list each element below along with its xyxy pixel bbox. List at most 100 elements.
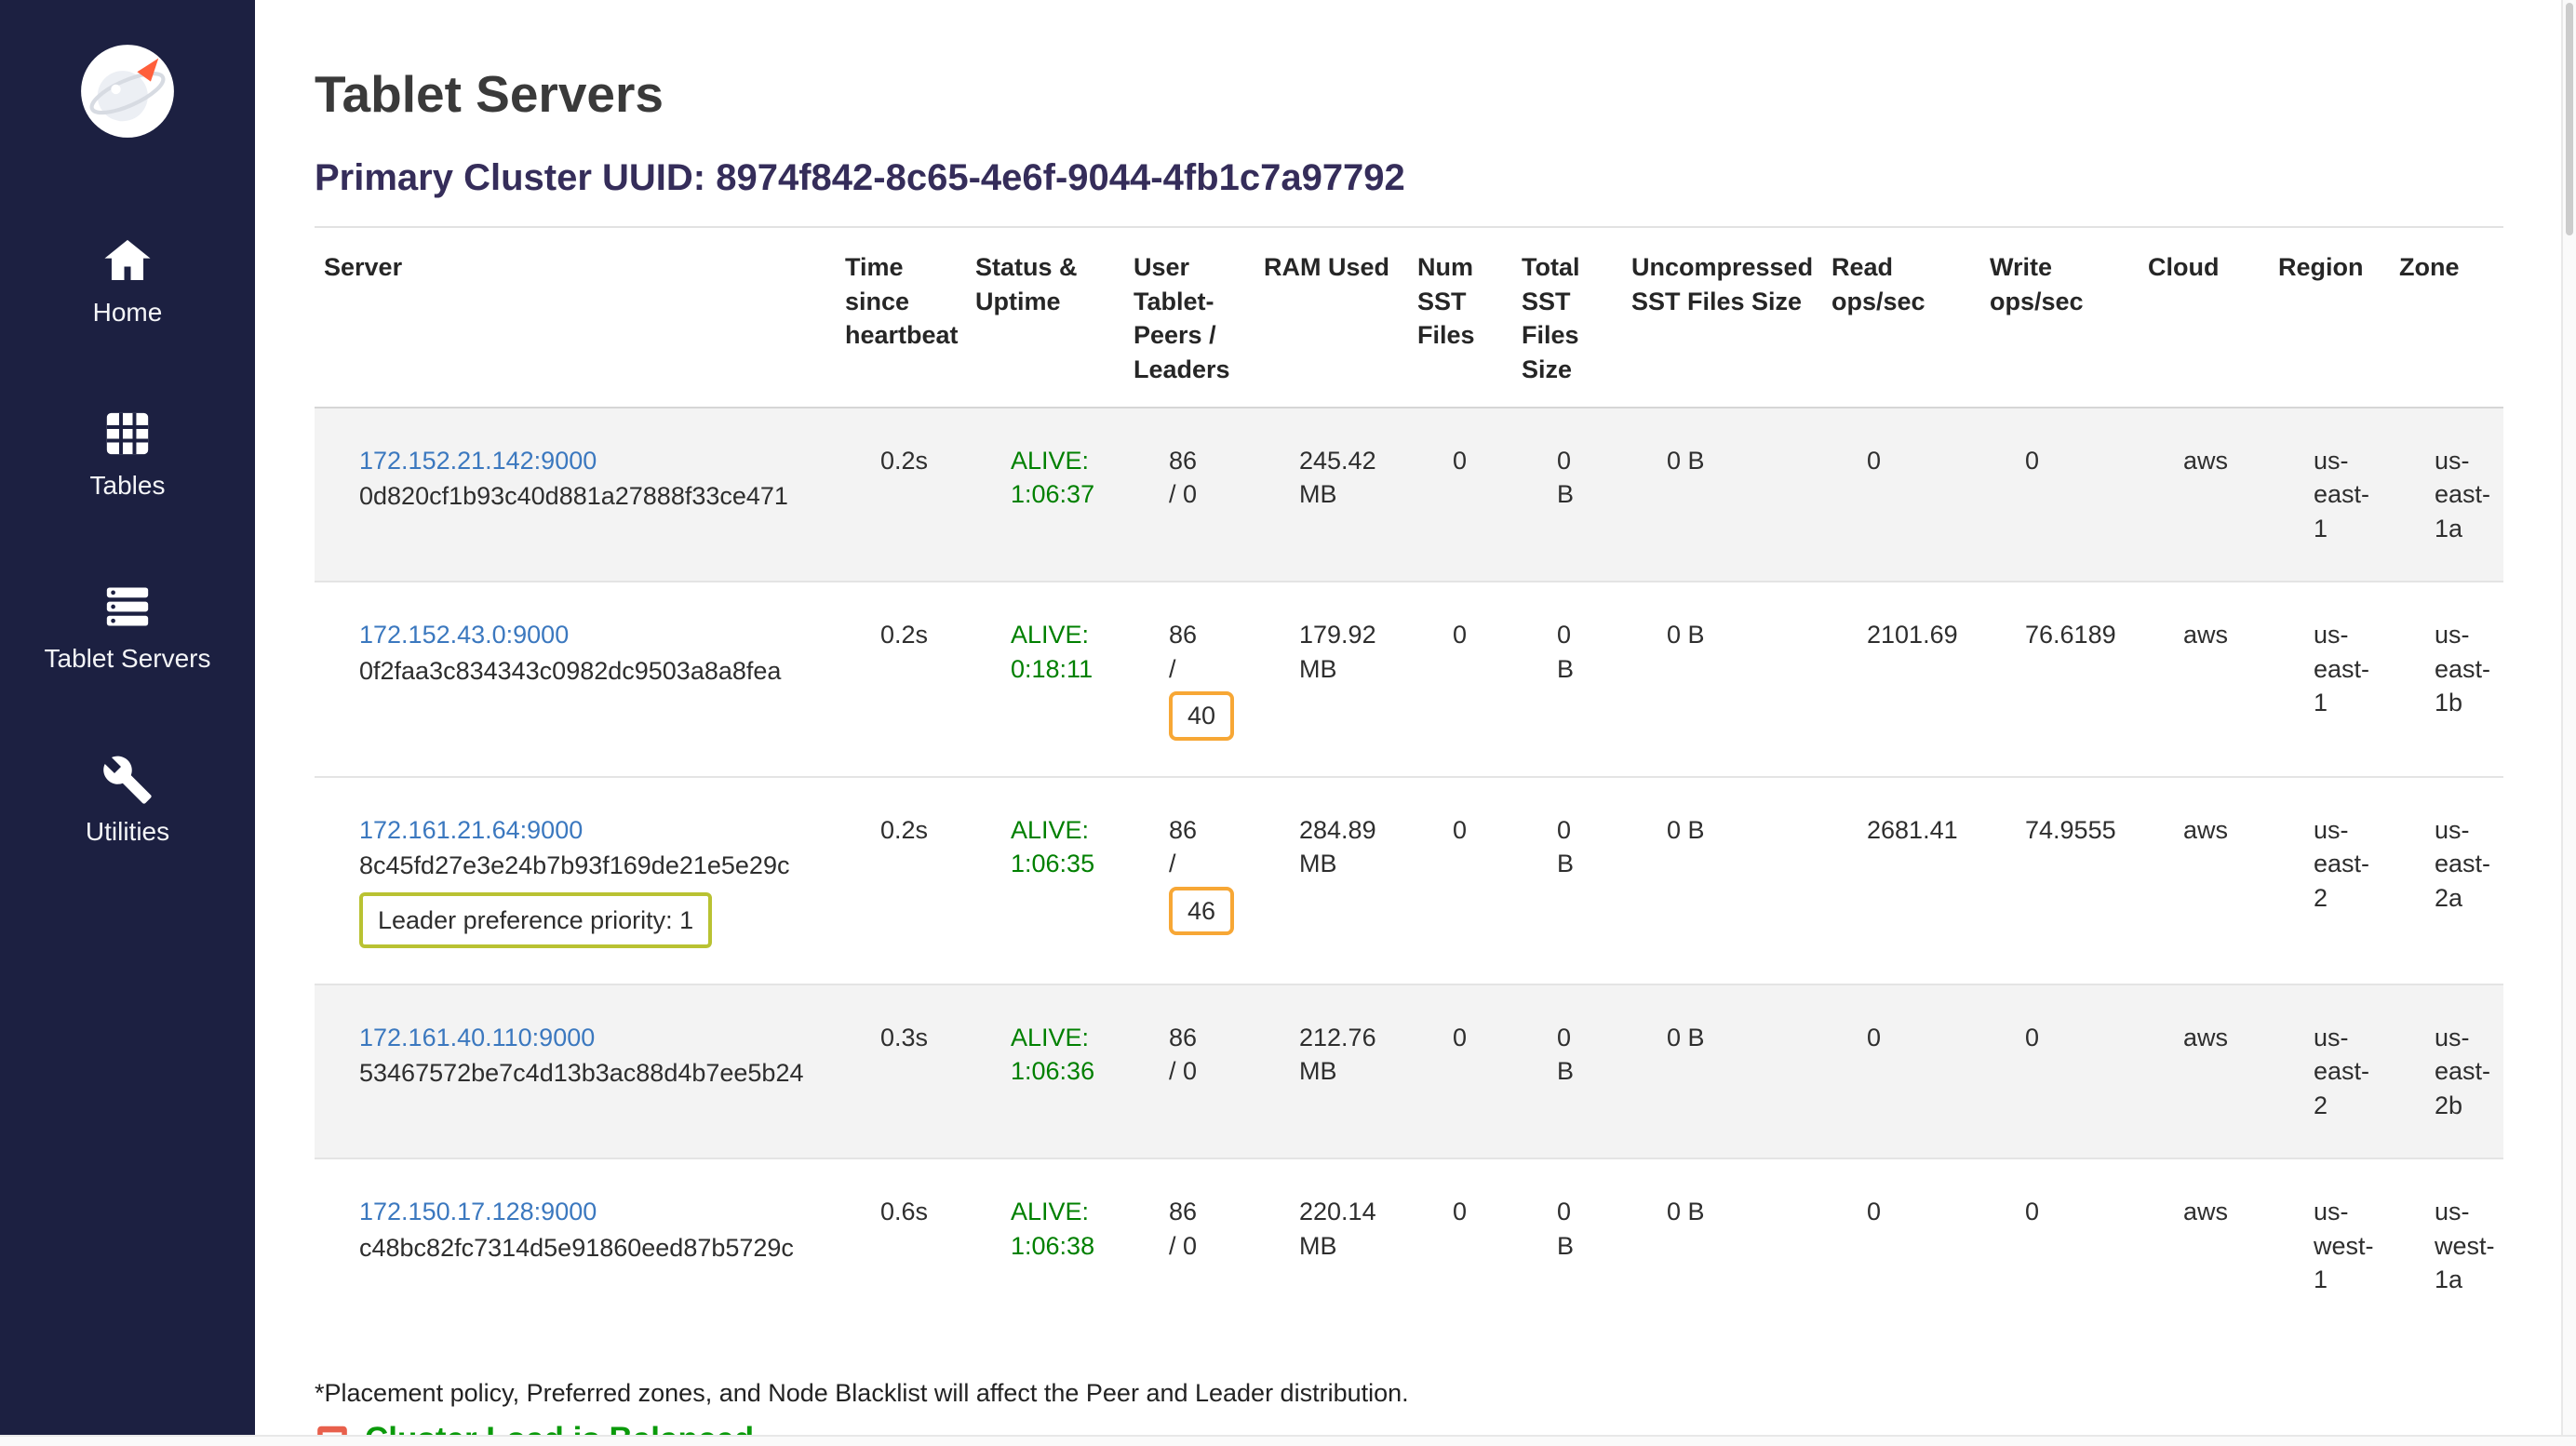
main-content: Tablet Servers Primary Cluster UUID: 897… xyxy=(255,0,2576,1446)
zone-cell: us-east-2b xyxy=(2390,984,2503,1158)
uncompressed-sst-size-cell: 0 B xyxy=(1622,408,1822,582)
leaders-line: / 0 xyxy=(1169,1229,1247,1263)
write-ops-cell: 0 xyxy=(1980,1158,2139,1332)
server-cell: 172.161.40.110:9000 53467572be7c4d13b3ac… xyxy=(315,984,836,1158)
page-title: Tablet Servers xyxy=(315,65,2503,124)
table-row: 172.150.17.128:9000 c48bc82fc7314d5e9186… xyxy=(315,1158,2503,1332)
server-uuid: 53467572be7c4d13b3ac88d4b7ee5b24 xyxy=(359,1056,828,1090)
column-header-read-ops: Read ops/sec xyxy=(1822,227,1980,408)
tablet-peers-cell: 86 /46 xyxy=(1124,777,1254,984)
column-header-write-ops: Write ops/sec xyxy=(1980,227,2139,408)
tablet-peers-cell: 86 / 0 xyxy=(1124,1158,1254,1332)
heartbeat-cell: 0.6s xyxy=(836,1158,966,1332)
sidebar-item-tablet-servers[interactable]: Tablet Servers xyxy=(45,581,211,674)
read-ops-cell: 0 xyxy=(1822,1158,1980,1332)
column-header-region: Region xyxy=(2269,227,2390,408)
server-uuid: 8c45fd27e3e24b7b93f169de21e5e29c xyxy=(359,849,828,882)
app-window: Home Tables Tablet Servers xyxy=(0,0,2576,1446)
uptime-text: 1:06:37 xyxy=(1011,477,1117,511)
cloud-cell: aws xyxy=(2139,777,2269,984)
status-cell: ALIVE: 1:06:37 xyxy=(966,408,1124,582)
server-uuid: c48bc82fc7314d5e91860eed87b5729c xyxy=(359,1231,828,1265)
leader-preference-badge: Leader preference priority: 1 xyxy=(359,892,712,948)
region-cell: us-east-2 xyxy=(2269,984,2390,1158)
server-cell: 172.161.21.64:9000 8c45fd27e3e24b7b93f16… xyxy=(315,777,836,984)
horizontal-scrollbar[interactable] xyxy=(0,1435,2576,1446)
table-row: 172.152.21.142:9000 0d820cf1b93c40d881a2… xyxy=(315,408,2503,582)
num-sst-files-cell: 0 xyxy=(1408,777,1512,984)
tables-icon xyxy=(101,408,154,460)
sidebar-item-label: Home xyxy=(93,298,163,328)
server-link[interactable]: 172.152.21.142:9000 xyxy=(359,447,597,475)
sidebar-item-label: Tables xyxy=(90,471,166,501)
status-text: ALIVE: xyxy=(1011,813,1117,847)
column-header-cloud: Cloud xyxy=(2139,227,2269,408)
server-link[interactable]: 172.161.21.64:9000 xyxy=(359,816,583,844)
table-header: Server Time since heartbeat Status & Upt… xyxy=(315,227,2503,408)
leaders-highlight-box: 46 xyxy=(1169,887,1234,935)
uptime-text: 1:06:38 xyxy=(1011,1229,1117,1263)
cloud-cell: aws xyxy=(2139,582,2269,776)
server-link[interactable]: 172.161.40.110:9000 xyxy=(359,1024,595,1051)
table-row: 172.161.21.64:9000 8c45fd27e3e24b7b93f16… xyxy=(315,777,2503,984)
heartbeat-cell: 0.3s xyxy=(836,984,966,1158)
column-header-server: Server xyxy=(315,227,836,408)
sidebar-nav: Home Tables Tablet Servers xyxy=(45,234,211,847)
num-sst-files-cell: 0 xyxy=(1408,984,1512,1158)
sidebar-item-label: Tablet Servers xyxy=(45,644,211,674)
status-cell: ALIVE: 0:18:11 xyxy=(966,582,1124,776)
column-header-zone: Zone xyxy=(2390,227,2503,408)
server-link[interactable]: 172.152.43.0:9000 xyxy=(359,621,569,649)
cluster-uuid-heading: Primary Cluster UUID: 8974f842-8c65-4e6f… xyxy=(315,155,2503,200)
uncompressed-sst-size-cell: 0 B xyxy=(1622,777,1822,984)
read-ops-cell: 0 xyxy=(1822,984,1980,1158)
server-uuid: 0d820cf1b93c40d881a27888f33ce471 xyxy=(359,479,828,513)
sidebar-item-home[interactable]: Home xyxy=(93,234,163,328)
server-cell: 172.152.43.0:9000 0f2faa3c834343c0982dc9… xyxy=(315,582,836,776)
region-cell: us-west-1 xyxy=(2269,1158,2390,1332)
leaders-highlight-box: 40 xyxy=(1169,691,1234,740)
home-icon xyxy=(101,234,154,287)
region-cell: us-east-2 xyxy=(2269,777,2390,984)
server-table-body: 172.152.21.142:9000 0d820cf1b93c40d881a2… xyxy=(315,408,2503,1332)
write-ops-cell: 76.6189 xyxy=(1980,582,2139,776)
read-ops-cell: 2681.41 xyxy=(1822,777,1980,984)
peers-count: 86 xyxy=(1169,444,1247,477)
total-sst-size-cell: 0B xyxy=(1512,777,1622,984)
write-ops-cell: 0 xyxy=(1980,408,2139,582)
status-cell: ALIVE: 1:06:36 xyxy=(966,984,1124,1158)
sidebar-item-label: Utilities xyxy=(86,817,169,847)
status-cell: ALIVE: 1:06:38 xyxy=(966,1158,1124,1332)
column-header-uncompressed-sst-size: Uncompressed SST Files Size xyxy=(1622,227,1822,408)
zone-cell: us-east-1b xyxy=(2390,582,2503,776)
sidebar-item-tables[interactable]: Tables xyxy=(90,408,166,501)
status-text: ALIVE: xyxy=(1011,444,1117,477)
vertical-scrollbar[interactable] xyxy=(2561,0,2576,1446)
num-sst-files-cell: 0 xyxy=(1408,1158,1512,1332)
status-text: ALIVE: xyxy=(1011,618,1117,651)
ram-cell: 212.76MB xyxy=(1254,984,1408,1158)
yugabyte-logo-icon xyxy=(79,43,176,140)
read-ops-cell: 2101.69 xyxy=(1822,582,1980,776)
placement-footnote: *Placement policy, Preferred zones, and … xyxy=(315,1379,2503,1408)
server-cell: 172.152.21.142:9000 0d820cf1b93c40d881a2… xyxy=(315,408,836,582)
read-ops-cell: 0 xyxy=(1822,408,1980,582)
leaders-line: / xyxy=(1169,847,1247,880)
tablet-peers-cell: 86 / 0 xyxy=(1124,408,1254,582)
server-link[interactable]: 172.150.17.128:9000 xyxy=(359,1198,597,1225)
ram-cell: 220.14MB xyxy=(1254,1158,1408,1332)
uptime-text: 0:18:11 xyxy=(1011,652,1117,686)
num-sst-files-cell: 0 xyxy=(1408,408,1512,582)
column-header-ram-used: RAM Used xyxy=(1254,227,1408,408)
vertical-scrollbar-thumb[interactable] xyxy=(2566,3,2573,235)
heartbeat-cell: 0.2s xyxy=(836,777,966,984)
heartbeat-cell: 0.2s xyxy=(836,408,966,582)
server-uuid: 0f2faa3c834343c0982dc9503a8a8fea xyxy=(359,654,828,688)
write-ops-cell: 0 xyxy=(1980,984,2139,1158)
region-cell: us-east-1 xyxy=(2269,582,2390,776)
sidebar-item-utilities[interactable]: Utilities xyxy=(86,754,169,847)
utilities-wrench-icon xyxy=(101,754,154,806)
column-header-status-uptime: Status & Uptime xyxy=(966,227,1124,408)
column-header-tablet-peers-leaders: User Tablet-Peers / Leaders xyxy=(1124,227,1254,408)
total-sst-size-cell: 0B xyxy=(1512,984,1622,1158)
